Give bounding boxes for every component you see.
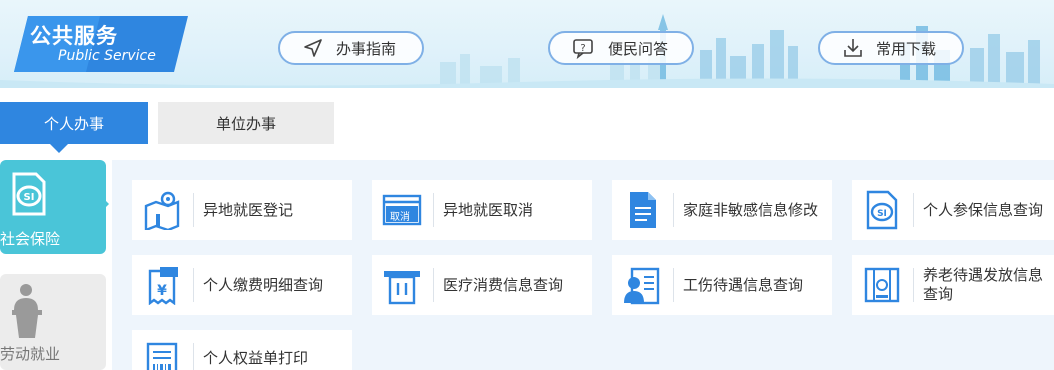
service-label: 个人缴费明细查询 bbox=[203, 275, 324, 294]
pension-certificate-icon bbox=[864, 267, 900, 303]
service-guide-label: 办事指南 bbox=[336, 39, 397, 58]
cancel-icon-text: 取消 bbox=[390, 212, 410, 223]
svg-text:?: ? bbox=[580, 43, 585, 54]
service-medical-expense-query[interactable]: 医疗消费信息查询 bbox=[372, 255, 592, 315]
tab-personal-affairs[interactable]: 个人办事 bbox=[0, 102, 148, 144]
downloads-link[interactable]: 常用下载 bbox=[818, 31, 964, 65]
faq-label: 便民问答 bbox=[608, 39, 669, 58]
tab-personal-label: 个人办事 bbox=[43, 114, 104, 133]
card-divider bbox=[913, 268, 914, 302]
barcode-document-icon bbox=[146, 342, 178, 370]
service-family-info-edit[interactable]: 家庭非敏感信息修改 bbox=[612, 180, 832, 240]
service-label: 个人权益单打印 bbox=[203, 349, 309, 367]
svg-text:¥: ¥ bbox=[157, 283, 167, 299]
active-tab-pointer bbox=[50, 144, 68, 153]
document-edit-icon bbox=[630, 192, 656, 228]
card-divider bbox=[673, 268, 674, 302]
svg-text:SI: SI bbox=[877, 209, 887, 219]
brand-title: 公共服务 bbox=[30, 24, 118, 48]
service-label: 家庭非敏感信息修改 bbox=[683, 200, 819, 219]
category-social-insurance-label: 社会保险 bbox=[0, 230, 61, 248]
si-document-icon: SI bbox=[866, 190, 898, 230]
yen-receipt-icon: ¥ bbox=[148, 267, 178, 305]
downloads-label: 常用下载 bbox=[876, 39, 937, 58]
category-social-insurance[interactable]: SI 社会保险 bbox=[0, 160, 106, 254]
service-rights-statement-print[interactable]: 个人权益单打印 bbox=[132, 330, 352, 370]
category-labor-employment-label: 劳动就业 bbox=[0, 345, 61, 363]
service-label: 医疗消费信息查询 bbox=[443, 275, 564, 294]
social-insurance-si-icon: SI bbox=[12, 172, 46, 216]
card-divider bbox=[193, 343, 194, 370]
brand-subtitle: Public Service bbox=[58, 48, 156, 64]
public-service-page: 公共服务 Public Service 办事指南 ? 便民问答 常用下载 个人办… bbox=[0, 0, 1054, 370]
tab-unit-affairs[interactable]: 单位办事 bbox=[158, 102, 334, 144]
download-tray-icon bbox=[844, 39, 862, 57]
card-divider bbox=[433, 193, 434, 227]
person-podium-icon bbox=[12, 284, 42, 338]
card-divider bbox=[193, 193, 194, 227]
medical-receipt-icon bbox=[384, 271, 420, 305]
tab-unit-label: 单位办事 bbox=[215, 114, 276, 133]
question-chat-icon: ? bbox=[573, 39, 593, 59]
service-insured-info-query[interactable]: SI 个人参保信息查询 bbox=[852, 180, 1054, 240]
service-label: 工伤待遇信息查询 bbox=[683, 275, 804, 294]
service-remote-medical-register[interactable]: 异地就医登记 bbox=[132, 180, 352, 240]
card-divider bbox=[913, 193, 914, 227]
service-label: 异地就医取消 bbox=[443, 200, 534, 219]
service-work-injury-query[interactable]: 工伤待遇信息查询 bbox=[612, 255, 832, 315]
banner: 公共服务 Public Service 办事指南 ? 便民问答 常用下载 bbox=[0, 0, 1054, 88]
faq-link[interactable]: ? 便民问答 bbox=[548, 31, 694, 65]
service-payment-detail-query[interactable]: ¥ 个人缴费明细查询 bbox=[132, 255, 352, 315]
service-label: 异地就医登记 bbox=[203, 200, 294, 219]
service-label: 个人参保信息查询 bbox=[923, 200, 1044, 219]
service-guide-link[interactable]: 办事指南 bbox=[278, 31, 424, 65]
card-divider bbox=[193, 268, 194, 302]
card-divider bbox=[433, 268, 434, 302]
category-labor-employment[interactable]: 劳动就业 bbox=[0, 274, 106, 370]
card-divider bbox=[673, 193, 674, 227]
worker-id-card-icon bbox=[624, 267, 660, 305]
service-pension-payment-query[interactable]: 养老待遇发放信息查询 bbox=[852, 255, 1054, 315]
service-label: 养老待遇发放信息查询 bbox=[923, 266, 1044, 303]
map-pin-location-icon bbox=[144, 191, 180, 230]
svg-text:SI: SI bbox=[24, 192, 35, 203]
active-category-pointer bbox=[99, 194, 109, 214]
send-arrow-icon bbox=[304, 39, 322, 57]
service-remote-medical-cancel[interactable]: 取消 异地就医取消 bbox=[372, 180, 592, 240]
